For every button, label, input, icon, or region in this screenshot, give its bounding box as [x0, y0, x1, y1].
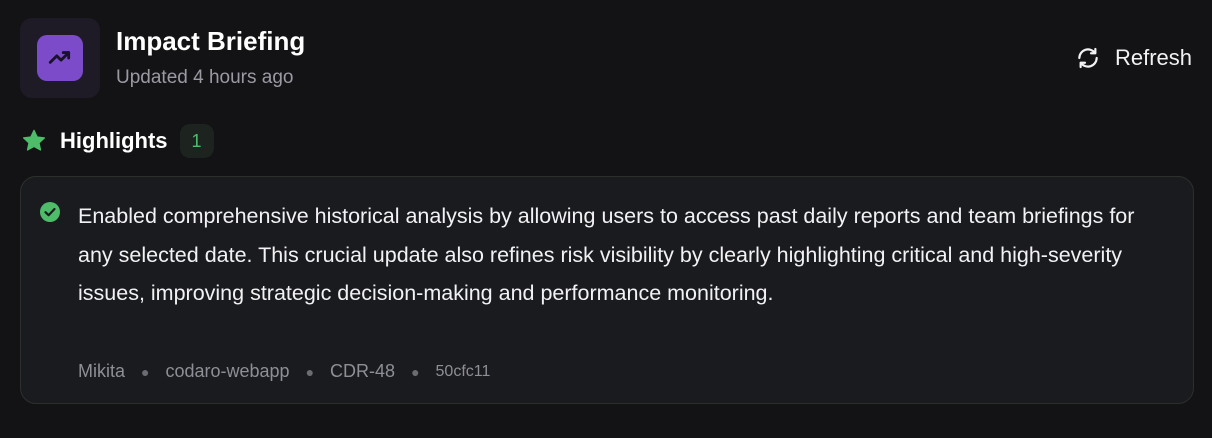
highlight-card: Enabled comprehensive historical analysi… — [20, 176, 1194, 404]
star-icon — [20, 127, 48, 155]
separator-dot: ● — [141, 363, 150, 380]
separator-dot: ● — [305, 363, 315, 380]
updated-timestamp: Updated 4 hours ago — [116, 67, 294, 88]
section-title: Highlights — [60, 128, 168, 153]
refresh-icon — [1075, 45, 1101, 71]
trending-up-icon — [37, 35, 83, 81]
commit-link[interactable]: 50cfc11 — [436, 363, 491, 381]
repo-link[interactable]: codaro-webapp — [165, 361, 289, 382]
highlights-header: Highlights 1 — [20, 123, 214, 159]
highlight-meta: Mikita ● codaro-webapp ● CDR-48 ● 50cfc1… — [78, 361, 490, 382]
refresh-button[interactable]: Refresh — [1067, 40, 1192, 76]
author-link[interactable]: Mikita — [78, 361, 125, 382]
impact-briefing-page: Impact Briefing Updated 4 hours ago Refr… — [0, 0, 1212, 438]
ticket-link[interactable]: CDR-48 — [330, 361, 395, 382]
count-badge: 1 — [179, 124, 214, 158]
check-circle-icon — [39, 201, 61, 223]
highlight-text: Enabled comprehensive historical analysi… — [78, 204, 1135, 305]
header: Impact Briefing Updated 4 hours ago Refr… — [20, 18, 1192, 98]
app-icon-container — [20, 18, 100, 98]
refresh-label: Refresh — [1114, 45, 1192, 70]
page-title: Impact Briefing — [116, 26, 306, 56]
separator-dot: ● — [411, 363, 420, 380]
